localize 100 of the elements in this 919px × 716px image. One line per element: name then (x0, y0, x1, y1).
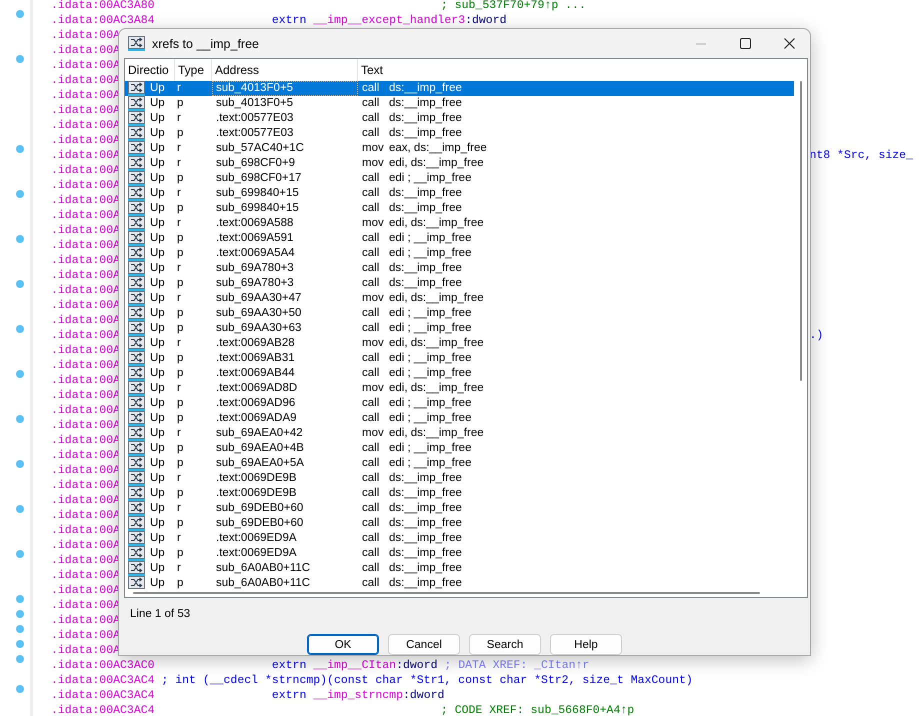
address-label: .idata:00A (51, 628, 120, 643)
breakpoint-dot[interactable] (16, 190, 24, 198)
list-row[interactable]: Up r sub_57AC40+1C mov eax, ds:__imp_free (125, 141, 794, 156)
dialog-button[interactable]: OK (307, 634, 379, 655)
list-row[interactable]: Up p .text:0069AB31 call edi ; __imp_free (125, 351, 794, 366)
breakpoint-dot[interactable] (16, 610, 24, 618)
address-label: .idata:00A (51, 493, 120, 508)
breakpoint-dot[interactable] (16, 325, 24, 333)
table-cell-text: call edi ; __imp_free (361, 411, 472, 426)
scrollbar-thumb[interactable] (133, 592, 760, 594)
scrollbar-thumb[interactable] (800, 81, 802, 381)
table-cell: Up (150, 456, 165, 471)
list-row[interactable]: Up p .text:00577E03 call ds:__imp_free (125, 126, 794, 141)
list-row[interactable]: Up r sub_69DEB0+60 call ds:__imp_free (125, 501, 794, 516)
list-row[interactable]: Up p .text:0069AD96 call edi ; __imp_free (125, 396, 794, 411)
list-row[interactable]: Up p .text:0069ED9A call ds:__imp_free (125, 546, 794, 561)
address-label: .idata:00AC3AC4 (51, 703, 155, 716)
table-cell-text: .text:00577E03 (215, 111, 294, 126)
breakpoint-dot[interactable] (16, 655, 24, 663)
table-cell-text: r (176, 261, 182, 276)
breakpoint-dot[interactable] (16, 10, 24, 18)
maximize-icon[interactable] (740, 38, 751, 49)
table-cell-text: call ds:__imp_free (361, 261, 463, 276)
list-row[interactable]: Up r .text:0069DE9B call ds:__imp_free (125, 471, 794, 486)
address-label: .idata:00A (51, 418, 120, 433)
table-cell-text: sub_69AEA0+4B (215, 441, 305, 456)
list-row[interactable]: Up p sub_698CF0+17 call edi ; __imp_free (125, 171, 794, 186)
list-row[interactable]: Up p sub_69AA30+50 call edi ; __imp_free (125, 306, 794, 321)
table-cell-text: r (176, 561, 182, 576)
breakpoint-dot[interactable] (16, 685, 24, 693)
breakpoint-dot[interactable] (16, 55, 24, 63)
list-row[interactable]: Up p .text:0069A5A4 call edi ; __imp_free (125, 246, 794, 261)
table-cell: Up (150, 381, 165, 396)
table-cell-text: sub_69AA30+63 (215, 321, 302, 336)
address-label: .idata:00A (51, 58, 120, 73)
column-header[interactable]: Text (358, 59, 807, 81)
dialog-button[interactable]: Search (469, 634, 541, 655)
list-row[interactable]: Up p sub_699840+15 call ds:__imp_free (125, 201, 794, 216)
list-row[interactable]: Up p sub_6A0AB0+11C call ds:__imp_free (125, 576, 794, 589)
table-cell-text: .text:0069AB44 (215, 366, 296, 381)
address-label: .idata:00A (51, 643, 120, 658)
table-cell: Up (150, 231, 165, 246)
list-row[interactable]: Up p sub_69AEA0+4B call edi ; __imp_free (125, 441, 794, 456)
list-row[interactable]: Up r sub_69AA30+47 mov edi, ds:__imp_free (125, 291, 794, 306)
table-cell: Up (150, 426, 165, 441)
dialog-button[interactable]: Help (550, 634, 622, 655)
table-cell-text: call ds:__imp_free (361, 186, 463, 201)
address-label: .idata:00A (51, 178, 120, 193)
list-row[interactable]: Up p sub_69A780+3 call ds:__imp_free (125, 276, 794, 291)
list-row[interactable]: Up p sub_69AA30+63 call edi ; __imp_free (125, 321, 794, 336)
crossed-arrows-icon (128, 321, 145, 336)
list-row[interactable]: Up r sub_698CF0+9 mov edi, ds:__imp_free (125, 156, 794, 171)
table-cell-text: p (176, 171, 184, 186)
breakpoint-dot[interactable] (16, 235, 24, 243)
crossed-arrows-icon (128, 111, 145, 126)
close-icon[interactable] (784, 38, 795, 49)
breakpoint-dot[interactable] (16, 550, 24, 558)
crossed-arrows-icon (128, 36, 145, 51)
address-label: .idata:00A (51, 433, 120, 448)
list-row[interactable]: Up r sub_69A780+3 call ds:__imp_free (125, 261, 794, 276)
breakpoint-dot[interactable] (16, 625, 24, 633)
list-row[interactable]: Up r .text:0069ED9A call ds:__imp_free (125, 531, 794, 546)
breakpoint-dot[interactable] (16, 505, 24, 513)
list-row[interactable]: Up p sub_69AEA0+5A call edi ; __imp_free (125, 456, 794, 471)
list-row[interactable]: Up r sub_6A0AB0+11C call ds:__imp_free (125, 561, 794, 576)
list-row[interactable]: Up p .text:0069ADA9 call edi ; __imp_free (125, 411, 794, 426)
list-row[interactable]: Up p .text:0069A591 call edi ; __imp_free (125, 231, 794, 246)
breakpoint-dot[interactable] (16, 280, 24, 288)
table-cell-text: call ds:__imp_free (361, 486, 463, 501)
list-row[interactable]: Up r sub_699840+15 call ds:__imp_free (125, 186, 794, 201)
address-label: .idata:00A (51, 343, 120, 358)
breakpoint-dot[interactable] (16, 460, 24, 468)
breakpoint-dot[interactable] (16, 145, 24, 153)
breakpoint-dot[interactable] (16, 640, 24, 648)
code-text: ; CODE XREF: sub_5668F0+A4↑p (440, 703, 634, 716)
breakpoint-dot[interactable] (16, 370, 24, 378)
list-row[interactable]: Up r .text:00577E03 call ds:__imp_free (125, 111, 794, 126)
window-title: xrefs to __imp_free (152, 36, 259, 50)
table-cell-text: p (176, 546, 184, 561)
table-cell-text: call edi ; __imp_free (361, 321, 472, 336)
list-row[interactable]: Up r .text:0069AD8D mov edi, ds:__imp_free (125, 381, 794, 396)
list-row[interactable]: Up p .text:0069AB44 call edi ; __imp_free (125, 366, 794, 381)
table-cell-text: call ds:__imp_free (361, 471, 463, 486)
table-cell-text: call ds:__imp_free (361, 126, 463, 141)
list-row[interactable]: Up r sub_69AEA0+42 mov edi, ds:__imp_free (125, 426, 794, 441)
table-cell: Up (150, 336, 165, 351)
list-row[interactable]: Up r sub_4013F0+5 call ds:__imp_free (125, 81, 794, 96)
list-row[interactable]: Up p sub_69DEB0+60 call ds:__imp_free (125, 516, 794, 531)
table-cell-text: p (176, 351, 184, 366)
list-row[interactable]: Up r .text:0069AB28 mov edi, ds:__imp_free (125, 336, 794, 351)
table-cell-text: sub_69AEA0+5A (215, 456, 305, 471)
table-cell-text: p (176, 96, 184, 111)
list-row[interactable]: Up r .text:0069A588 mov edi, ds:__imp_free (125, 216, 794, 231)
list-row[interactable]: Up p .text:0069DE9B call ds:__imp_free (125, 486, 794, 501)
dialog-button[interactable]: Cancel (388, 634, 460, 655)
breakpoint-dot[interactable] (16, 595, 24, 603)
table-cell-text: sub_699840+15 (215, 201, 300, 216)
breakpoint-dot[interactable] (16, 415, 24, 423)
list-row[interactable]: Up p sub_4013F0+5 call ds:__imp_free (125, 96, 794, 111)
table-cell-text: sub_699840+15 (215, 186, 300, 201)
